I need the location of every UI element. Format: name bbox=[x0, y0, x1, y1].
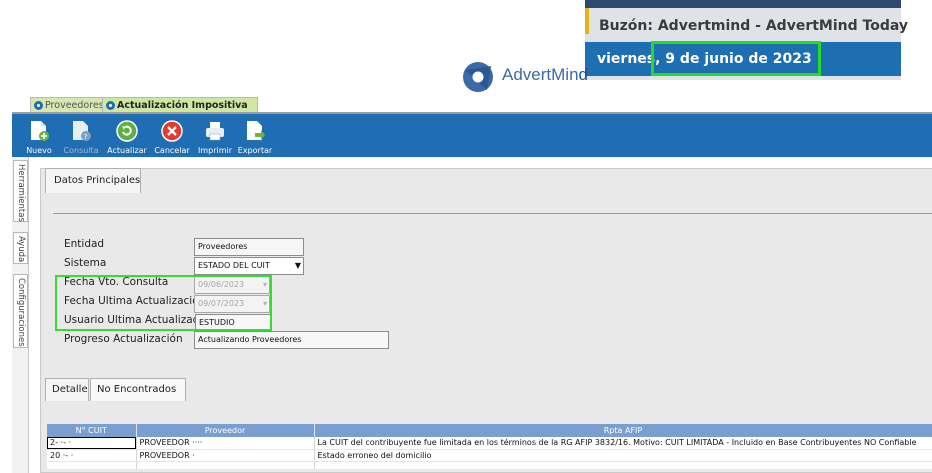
toolbar: Nuevo ? Consulta Actualizar Cancelar Imp… bbox=[12, 114, 932, 157]
entidad-field[interactable]: Proveedores bbox=[194, 238, 304, 256]
cell-proveedor[interactable]: PROVEEDOR · bbox=[136, 449, 315, 462]
side-tab-herramientas[interactable]: Herramientas bbox=[13, 160, 28, 222]
cell-rpta-afip[interactable]: La CUIT del contribuyente fue limitada e… bbox=[314, 437, 932, 450]
cell-cuit[interactable]: 20 ·- · bbox=[47, 449, 137, 462]
export-icon bbox=[247, 121, 265, 140]
query-doc-icon: ? bbox=[73, 121, 91, 141]
section-divider bbox=[53, 213, 932, 214]
new-button[interactable]: Nuevo bbox=[22, 117, 56, 155]
cancelar-button-label: Cancelar bbox=[154, 146, 190, 155]
side-tab-configuraciones[interactable]: Configuraciones bbox=[13, 274, 28, 348]
tab-proveedores[interactable]: Proveedores bbox=[30, 97, 104, 113]
logo-text: AdvertMind bbox=[502, 65, 588, 84]
chevron-down-icon: ▼ bbox=[294, 261, 301, 270]
advertmind-logo-icon bbox=[463, 62, 493, 92]
actualizar-button[interactable]: Actualizar bbox=[106, 117, 148, 155]
grid-header-row: N° CUIT Proveedor Rpta AFIP bbox=[47, 424, 932, 437]
consulta-button[interactable]: ? Consulta bbox=[62, 117, 100, 155]
new-doc-icon bbox=[31, 121, 49, 141]
date-highlight-box bbox=[651, 41, 821, 76]
tab-datos-principales[interactable]: Datos Principales bbox=[45, 168, 141, 193]
cell-rpta-afip[interactable]: Estado erroneo del domicilio bbox=[314, 449, 932, 462]
column-header-rpta-afip[interactable]: Rpta AFIP bbox=[314, 424, 932, 437]
cell-empty bbox=[314, 461, 932, 470]
printer-icon bbox=[206, 122, 224, 141]
tab-detalle[interactable]: Detalle bbox=[45, 378, 89, 401]
column-header-cuit[interactable]: N° CUIT bbox=[47, 424, 137, 437]
cell-cuit[interactable]: 2- ·- · bbox=[47, 437, 137, 450]
tab-no-encontrados[interactable]: No Encontrados bbox=[90, 378, 186, 401]
imprimir-button[interactable]: Imprimir bbox=[196, 117, 234, 155]
results-grid: N° CUIT Proveedor Rpta AFIP 2- ·- · PROV… bbox=[47, 424, 932, 470]
refresh-icon bbox=[116, 120, 138, 142]
overlay-accent bbox=[585, 8, 589, 34]
inbox-title: Buzón: Advertmind - AdvertMind Today bbox=[599, 18, 908, 34]
sistema-value: ESTADO DEL CUIT bbox=[198, 261, 270, 270]
table-row[interactable]: 2- ·- · PROVEEDOR ···· La CUIT del contr… bbox=[47, 437, 932, 450]
table-row[interactable]: 20 ·- · PROVEEDOR · Estado erroneo del d… bbox=[47, 449, 932, 462]
tab-actualizacion-impositiva[interactable]: Actualización Impositiva bbox=[102, 97, 258, 113]
side-tab-label: Configuraciones bbox=[16, 278, 26, 347]
imprimir-button-label: Imprimir bbox=[197, 146, 233, 155]
exportar-button[interactable]: Exportar bbox=[236, 117, 274, 155]
consulta-button-label: Consulta bbox=[63, 146, 99, 155]
cancelar-button[interactable]: Cancelar bbox=[152, 117, 192, 155]
progreso-label: Progreso Actualización bbox=[64, 333, 183, 345]
new-button-label: Nuevo bbox=[26, 146, 52, 155]
sistema-select[interactable]: ESTADO DEL CUIT ▼ bbox=[194, 257, 304, 275]
entidad-value: Proveedores bbox=[198, 242, 248, 251]
cell-empty bbox=[136, 461, 315, 470]
fields-highlight-box bbox=[55, 275, 272, 331]
side-tab-label: Ayuda bbox=[16, 236, 26, 263]
sistema-label: Sistema bbox=[64, 257, 107, 269]
side-tab-label: Herramientas bbox=[16, 164, 26, 222]
tab-app-icon bbox=[106, 101, 115, 110]
side-panel: Herramientas Ayuda Configuraciones bbox=[12, 157, 29, 473]
tab-label: Proveedores bbox=[45, 100, 104, 111]
overlay-top-bar bbox=[585, 0, 901, 8]
exportar-button-label: Exportar bbox=[237, 146, 273, 155]
svg-text:?: ? bbox=[84, 133, 88, 141]
progreso-value: Actualizando Proveedores bbox=[198, 335, 302, 344]
cancel-icon bbox=[161, 120, 183, 142]
progreso-field: Actualizando Proveedores bbox=[194, 331, 389, 349]
entidad-label: Entidad bbox=[64, 238, 105, 250]
table-row-empty bbox=[47, 461, 932, 470]
actualizar-button-label: Actualizar bbox=[107, 146, 147, 155]
side-tab-ayuda[interactable]: Ayuda bbox=[13, 232, 28, 264]
tab-label: Actualización Impositiva bbox=[117, 100, 248, 111]
column-header-proveedor[interactable]: Proveedor bbox=[136, 424, 315, 437]
cell-proveedor[interactable]: PROVEEDOR ···· bbox=[136, 437, 315, 450]
tab-app-icon bbox=[34, 101, 43, 110]
cell-empty bbox=[47, 461, 137, 470]
